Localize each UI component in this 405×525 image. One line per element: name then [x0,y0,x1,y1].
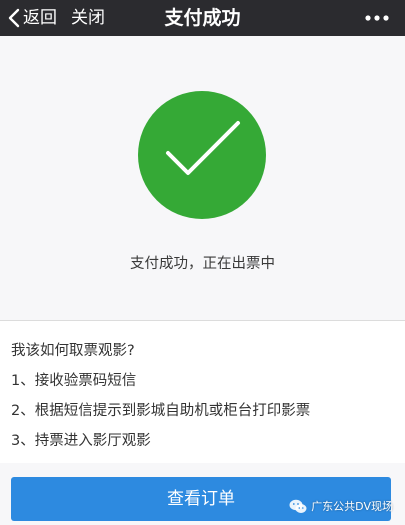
page-title: 支付成功 [164,7,241,29]
more-dots-icon [365,15,389,21]
success-check-icon [138,91,266,219]
ticket-instructions: 我该如何取票观影? 1、接收验票码短信 2、根据短信提示到影城自助机或柜台打印影… [0,321,405,463]
back-button[interactable]: 返回 [8,0,57,36]
success-section: 支付成功，正在出票中 [0,36,405,320]
bottom-action-bar: 查看订单 [0,463,405,525]
close-button[interactable]: 关闭 [71,0,105,36]
instruction-step: 2、根据短信提示到影城自助机或柜台打印影票 [11,403,311,419]
wechat-icon [289,499,307,513]
status-message: 支付成功，正在出票中 [130,256,275,272]
instruction-step: 3、持票进入影厅观影 [11,433,151,449]
more-menu-button[interactable] [365,0,389,36]
chevron-left-icon [8,8,20,28]
watermark-text: 广东公共DV现场 [311,500,393,513]
watermark: 广东公共DV现场 [289,497,393,515]
instruction-step: 1、接收验票码短信 [11,373,137,389]
navigation-bar: 返回 关闭 支付成功 [0,0,405,36]
instructions-heading: 我该如何取票观影? [11,343,135,359]
back-label: 返回 [23,8,57,28]
payment-success-page: 返回 关闭 支付成功 支付成功，正在出票中 我该如何取票观影? 1、接收验票码短… [0,0,405,525]
